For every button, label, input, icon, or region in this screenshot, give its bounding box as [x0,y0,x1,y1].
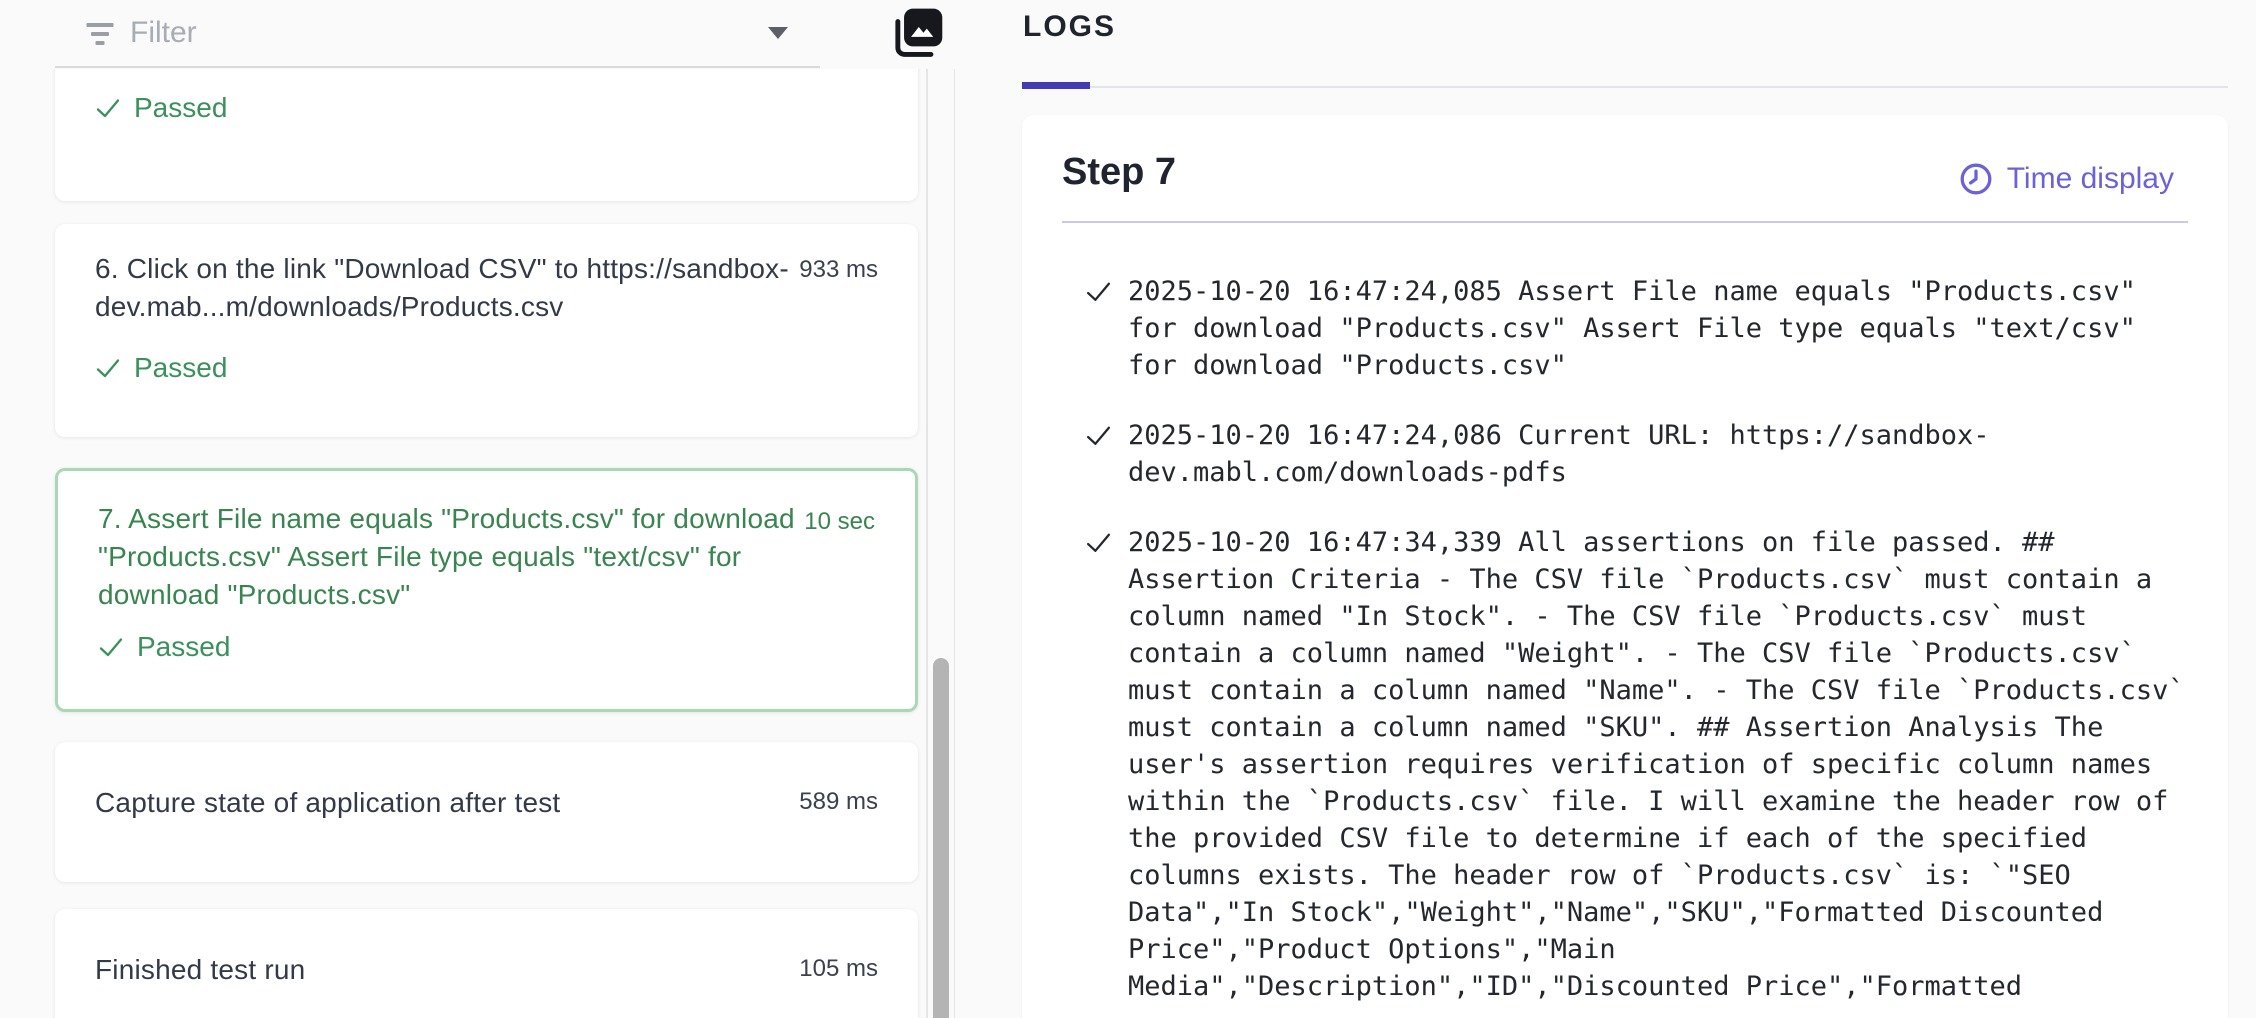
step-card-title: Finished test run [95,951,805,989]
status-label: Passed [134,352,227,384]
step-duration: 933 ms [799,256,878,284]
step-status: Passed [95,92,227,124]
filter-icon [86,21,114,47]
step-card-6[interactable]: 6. Click on the link "Download CSV" to h… [55,224,918,437]
step-status: Passed [98,631,230,663]
filter-underline [55,66,820,68]
step-detail-card: Step 7 Time display 2025-10-20 16:47:24,… [1022,115,2228,1018]
check-icon [1085,278,1112,305]
log-entry: 2025-10-20 16:47:24,085 Assert File name… [1085,273,2205,384]
tab-bar-track [1022,86,2228,88]
step-header-divider [1062,221,2188,223]
step-title: Step 7 [1062,151,1176,194]
time-display-label: Time display [2007,162,2174,196]
status-label: Passed [134,92,227,124]
active-tab-indicator [1022,82,1090,89]
step-duration: 105 ms [799,955,878,983]
check-icon [95,95,121,121]
steps-panel: mabl.mp4 Passed 6. Click on the link "Do… [0,0,961,1018]
panel-divider [926,69,928,1018]
step-duration: 10 sec [804,508,875,536]
log-entry-text: 2025-10-20 16:47:24,085 Assert File name… [1128,273,2190,384]
status-label: Passed [137,631,230,663]
step-duration: 589 ms [799,788,878,816]
chevron-down-icon[interactable] [768,27,788,39]
step-card-title: Capture state of application after test [95,784,805,822]
check-icon [98,634,124,660]
step-card-7-selected[interactable]: 7. Assert File name equals "Products.csv… [55,468,918,712]
filter-input[interactable] [130,10,730,56]
log-entry: 2025-10-20 16:47:24,086 Current URL: htt… [1085,417,2205,491]
log-entry-text: 2025-10-20 16:47:34,339 All assertions o… [1128,524,2190,1005]
steps-filter-bar [0,0,961,69]
log-entry: 2025-10-20 16:47:34,339 All assertions o… [1085,524,2205,1005]
check-icon [1085,422,1112,449]
step-card-title: 7. Assert File name equals "Products.csv… [98,500,808,614]
step-card-capture-state[interactable]: Capture state of application after test … [55,742,918,882]
step-card-finished[interactable]: Finished test run 105 ms [55,909,918,1018]
test-run-output-screen: mabl.mp4 Passed 6. Click on the link "Do… [0,0,2256,1018]
logs-panel: LOGS Step 7 Time display 2025-10-20 16:4… [955,0,2256,1018]
scrollbar-thumb[interactable] [933,658,949,1018]
log-entry-text: 2025-10-20 16:47:24,086 Current URL: htt… [1128,417,2190,491]
step-card-title: 6. Click on the link "Download CSV" to h… [95,250,805,326]
step-status: Passed [95,352,227,384]
time-display-button[interactable]: Time display [1958,161,2174,197]
log-list: 2025-10-20 16:47:24,085 Assert File name… [1085,273,2205,1005]
toggle-screenshots-button[interactable] [882,0,954,68]
clock-icon [1958,161,1994,197]
check-icon [95,355,121,381]
images-stack-icon [886,3,950,65]
check-icon [1085,529,1112,556]
tab-logs[interactable]: LOGS [1023,10,1116,44]
